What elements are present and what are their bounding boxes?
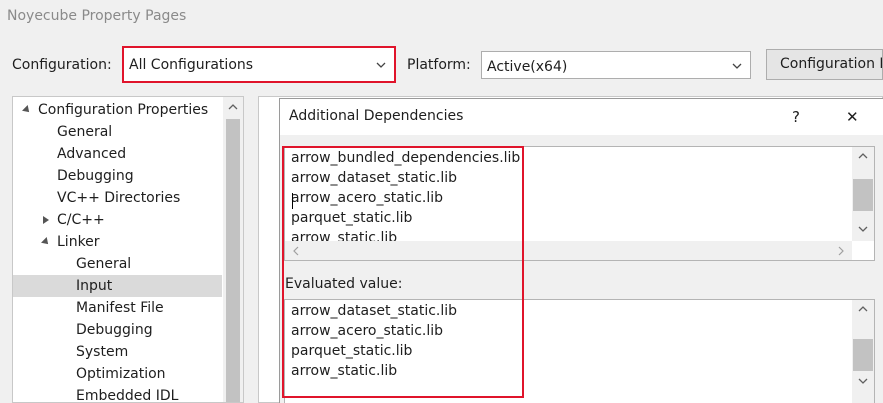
configuration-label: Configuration: — [12, 57, 112, 73]
tree-item-general[interactable]: General — [13, 121, 222, 143]
chevron-down-icon — [376, 62, 386, 68]
tree-item-embedded-idl[interactable]: Embedded IDL — [13, 385, 222, 402]
configuration-value: All Configurations — [129, 57, 254, 73]
tree-item-linker-general[interactable]: General — [13, 253, 222, 275]
tree-scroll-thumb[interactable] — [226, 119, 240, 402]
tree-item-configuration-properties[interactable]: Configuration Properties — [13, 99, 222, 121]
evaluated-scroll-thumb[interactable] — [853, 339, 873, 371]
scroll-up-icon[interactable] — [857, 151, 869, 161]
tree-item-advanced[interactable]: Advanced — [13, 143, 222, 165]
tree-item-linker-input[interactable]: Input — [13, 275, 222, 297]
platform-dropdown[interactable]: Active(x64) — [481, 51, 751, 79]
tree-item-c-cpp[interactable]: C/C++ — [13, 209, 222, 231]
property-tree: Configuration Properties General Advance… — [12, 96, 244, 403]
evaluated-vscroll[interactable] — [852, 300, 874, 403]
window-title: Noyecube Property Pages — [7, 8, 187, 24]
scroll-up-icon[interactable] — [227, 102, 239, 112]
tree-item-linker[interactable]: Linker — [13, 231, 222, 253]
platform-value: Active(x64) — [487, 59, 568, 75]
tree-item-system[interactable]: System — [13, 341, 222, 363]
annotation-highlight-box — [282, 146, 524, 398]
platform-label: Platform: — [407, 57, 471, 73]
collapsed-triangle-icon — [43, 216, 49, 224]
dialog-title: Additional Dependencies — [289, 108, 464, 124]
scroll-up-icon[interactable] — [857, 304, 869, 314]
scroll-down-icon[interactable] — [857, 376, 869, 386]
tree-item-optimization[interactable]: Optimization — [13, 363, 222, 385]
dependencies-vscroll[interactable] — [852, 147, 874, 241]
scroll-right-icon[interactable] — [836, 246, 846, 256]
tree-item-debugging[interactable]: Debugging — [13, 165, 222, 187]
tree-scrollbar[interactable] — [223, 97, 243, 402]
tree-item-linker-debugging[interactable]: Debugging — [13, 319, 222, 341]
close-button[interactable]: ✕ — [846, 108, 859, 126]
chevron-down-icon — [732, 63, 742, 69]
help-button[interactable]: ? — [792, 108, 800, 126]
tree-item-manifest-file[interactable]: Manifest File — [13, 297, 222, 319]
scroll-down-icon[interactable] — [857, 224, 869, 234]
configuration-manager-button[interactable]: Configuration Manager... — [766, 49, 883, 80]
expanded-triangle-icon — [22, 105, 32, 115]
tree-item-vc-directories[interactable]: VC++ Directories — [13, 187, 222, 209]
expanded-triangle-icon — [41, 237, 51, 247]
dependencies-scroll-thumb[interactable] — [853, 179, 873, 211]
configuration-dropdown[interactable]: All Configurations — [122, 46, 396, 83]
